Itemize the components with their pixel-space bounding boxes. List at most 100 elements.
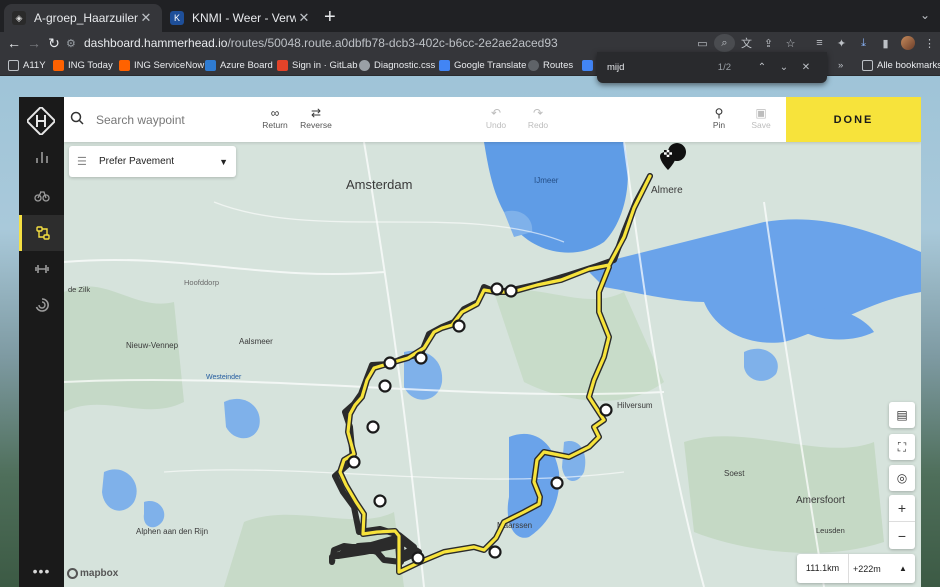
pin-button[interactable]: ⚲ Pin — [696, 106, 742, 130]
redo-icon: ↷ — [532, 106, 544, 120]
reverse-button[interactable]: ⇄ Reverse — [293, 106, 339, 130]
search-waypoint-input[interactable]: Search waypoint — [70, 97, 185, 142]
find-icon[interactable]: ⌕ — [714, 34, 735, 52]
extensions-icon[interactable]: ✦ — [831, 34, 852, 52]
nav-workouts[interactable] — [19, 251, 64, 287]
close-tab-icon[interactable]: ✕ — [296, 10, 312, 26]
route-preference-select[interactable]: ☰ Prefer Pavement ▼ — [69, 146, 236, 177]
return-button[interactable]: ∞ Return — [252, 106, 298, 130]
tab-title: KNMI - Weer - Verwachtingen — [192, 11, 296, 25]
find-close-icon[interactable]: ✕ — [795, 62, 817, 73]
map-label: Hilversum — [617, 401, 653, 410]
bookmark-star-icon[interactable]: ☆ — [780, 34, 801, 52]
profile-avatar[interactable] — [897, 34, 918, 52]
site-info-icon[interactable]: ⚙ — [66, 37, 84, 50]
find-next-icon[interactable]: ⌄ — [773, 62, 795, 73]
waypoint-marker[interactable] — [373, 494, 387, 508]
waypoint-marker[interactable] — [488, 545, 502, 559]
expand-caret-icon[interactable]: ▲ — [899, 564, 915, 573]
more-icon[interactable]: ••• — [19, 563, 64, 579]
undo-icon: ↶ — [490, 106, 502, 120]
map-label: Amersfoort — [796, 495, 845, 506]
find-previous-icon[interactable]: ⌃ — [751, 62, 773, 73]
fit-route-button[interactable]: ⛶ — [889, 434, 915, 460]
tab-knmi[interactable]: K KNMI - Weer - Verwachtingen ✕ — [162, 4, 320, 32]
bookmarks-overflow-icon[interactable]: » — [838, 57, 843, 73]
waypoint-marker[interactable] — [411, 551, 425, 565]
nav-routes[interactable] — [19, 215, 64, 251]
url-path: /routes/50048.route.a0dbfb78-dcb3-402c-b… — [227, 36, 558, 50]
zoom-in-button[interactable]: + — [889, 495, 915, 522]
browser-toolbar: ← → ↻ ⚙ dashboard.hammerhead.io/routes/5… — [0, 32, 940, 54]
reverse-label: Reverse — [300, 120, 332, 130]
close-tab-icon[interactable]: ✕ — [138, 10, 154, 26]
waypoint-marker[interactable] — [452, 319, 466, 333]
redo-button[interactable]: ↷ Redo — [515, 106, 561, 130]
undo-button[interactable]: ↶ Undo — [473, 106, 519, 130]
bookmark-label: Google Translate — [454, 59, 527, 71]
all-bookmarks[interactable]: Alle bookmarks — [862, 57, 940, 73]
route-map[interactable]: Amsterdam IJmeer Almere Aalsmeer Nieuw-V… — [64, 142, 921, 587]
route-stats[interactable]: 111.1km +222m ▲ — [797, 554, 915, 583]
bookmark-item[interactable]: ING ServiceNow — [119, 57, 204, 73]
zoom-out-button[interactable]: − — [889, 522, 915, 549]
tab-strip: ◈ A-groep_Haarzuilen ✕ K KNMI - Weer - V… — [0, 0, 940, 32]
ing-icon — [119, 59, 130, 71]
nav-stats[interactable] — [19, 139, 64, 175]
waypoint-marker[interactable] — [490, 282, 504, 296]
bookmark-item[interactable]: Google Translate — [439, 57, 526, 73]
back-icon[interactable]: ← — [4, 32, 24, 54]
waypoint-marker[interactable] — [347, 455, 361, 469]
new-tab-icon[interactable]: + — [324, 6, 336, 29]
translate-bookmark-icon — [439, 59, 450, 71]
bookmark-item[interactable]: ING Today — [53, 57, 113, 73]
infinity-icon: ∞ — [270, 106, 280, 120]
waypoint-marker[interactable] — [414, 351, 428, 365]
reading-list-icon[interactable]: ≡ — [809, 34, 830, 52]
bookmark-item[interactable]: A11Y — [8, 57, 46, 73]
nav-activity[interactable] — [19, 287, 64, 323]
waypoint-marker[interactable] — [504, 284, 518, 298]
map-label: Hoofddorp — [184, 278, 219, 287]
map-style-button[interactable]: ▤ — [889, 402, 915, 428]
translate-icon[interactable]: 文 — [736, 34, 757, 52]
done-button[interactable]: DONE — [786, 97, 921, 142]
waypoint-marker[interactable] — [366, 420, 380, 434]
docs-icon — [582, 59, 593, 71]
tab-hammerhead[interactable]: ◈ A-groep_Haarzuilen ✕ — [4, 4, 162, 32]
mapbox-attribution: mapbox — [67, 568, 118, 579]
side-panel-icon[interactable]: ▮ — [875, 34, 896, 52]
waypoint-marker[interactable] — [378, 379, 392, 393]
forward-icon[interactable]: → — [24, 32, 44, 54]
bookmark-item[interactable]: Azure Board — [205, 57, 273, 73]
waypoint-marker[interactable] — [383, 356, 397, 370]
bookmark-item[interactable]: Routes — [528, 57, 573, 73]
chrome-menu-icon[interactable]: ⋮ — [919, 34, 940, 52]
find-input[interactable]: mijd — [607, 62, 718, 73]
all-bookmarks-label: Alle bookmarks — [877, 59, 940, 71]
nav-rides[interactable] — [19, 177, 64, 213]
zoom-control: + − — [889, 495, 915, 549]
save-icon: ▣ — [755, 106, 767, 120]
download-icon[interactable]: ⤓ — [853, 34, 874, 52]
route-distance: 111.1km — [797, 554, 849, 583]
map-label: Westeinder — [206, 374, 242, 381]
bookmark-item[interactable] — [582, 57, 597, 73]
waypoint-marker[interactable] — [599, 403, 613, 417]
tab-search-icon[interactable]: ⌄ — [920, 8, 930, 22]
map-label: Soest — [724, 469, 745, 478]
bookmark-item[interactable]: Diagnostic.css — [359, 57, 435, 73]
install-app-icon[interactable]: ▭ — [692, 34, 713, 52]
folder-icon — [862, 59, 873, 71]
folder-icon — [8, 59, 19, 71]
route-toolbar: Search waypoint ∞ Return ⇄ Reverse ↶ Undo ↷… — [64, 97, 921, 142]
waypoint-marker[interactable] — [550, 476, 564, 490]
save-button[interactable]: ▣ Save — [738, 106, 784, 130]
locate-button[interactable]: ◎ — [889, 465, 915, 491]
reload-icon[interactable]: ↻ — [44, 32, 64, 54]
map-label: IJmeer — [534, 176, 559, 185]
map-label: Amsterdam — [346, 177, 412, 192]
share-icon[interactable]: ⇪ — [758, 34, 779, 52]
bookmark-item[interactable]: Sign in · GitLab — [277, 57, 357, 73]
left-nav: ••• — [19, 97, 64, 587]
